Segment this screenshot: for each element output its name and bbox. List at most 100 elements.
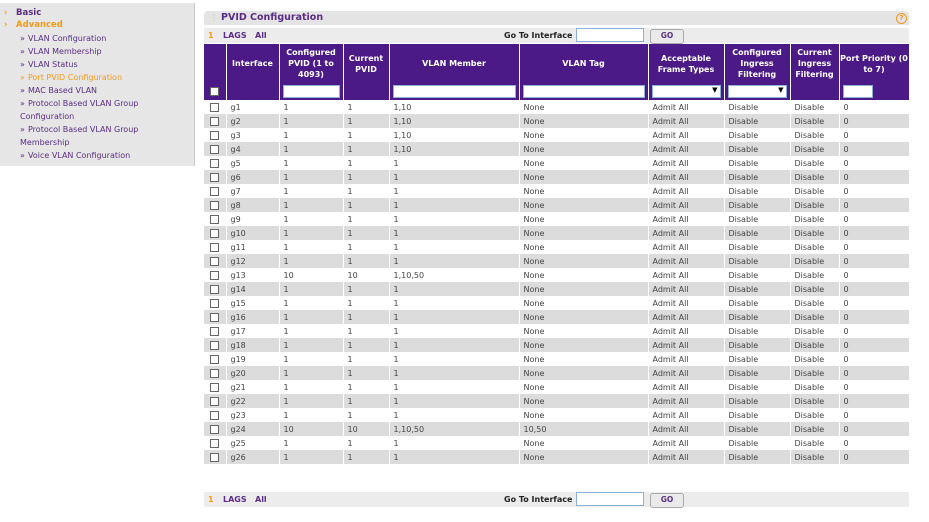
configured-pvid-input[interactable] <box>282 85 340 98</box>
row-checkbox[interactable] <box>210 228 220 238</box>
table-row[interactable]: g26 1 1 1 None Admit All Disable Disable 0 <box>204 450 910 464</box>
row-checkbox[interactable] <box>210 256 220 266</box>
table-row[interactable]: g25 1 1 1 None Admit All Disable Disable 0 <box>204 436 910 450</box>
row-checkbox[interactable] <box>210 158 220 168</box>
cell-port-priority: 0 <box>839 128 910 142</box>
vlan-member-input[interactable] <box>392 85 516 98</box>
sidebar-item-protocol-vlan-group-configuration[interactable]: » Protocol Based VLAN Group Configuration <box>20 97 190 123</box>
row-checkbox[interactable] <box>210 102 220 112</box>
row-checkbox[interactable] <box>210 298 220 308</box>
table-row[interactable]: g17 1 1 1 None Admit All Disable Disable 0 <box>204 324 910 338</box>
table-row[interactable]: g24 10 10 1,10,50 10,50 Admit All Disable Disab… <box>204 422 910 436</box>
row-checkbox[interactable] <box>210 340 220 350</box>
table-row[interactable]: g1 1 1 1,10 None Admit All Disable Disable 0 <box>204 100 910 114</box>
row-checkbox[interactable] <box>210 410 220 420</box>
table-row[interactable]: g11 1 1 1 None Admit All Disable Disable 0 <box>204 240 910 254</box>
cell-vlan-member: 1,10 <box>389 128 520 142</box>
row-checkbox[interactable] <box>210 144 220 154</box>
sidebar-item-mac-based-vlan[interactable]: » MAC Based VLAN <box>20 84 190 97</box>
table-row[interactable]: g5 1 1 1 None Admit All Disable Disable 0 <box>204 156 910 170</box>
row-checkbox[interactable] <box>210 242 220 252</box>
table-row[interactable]: g23 1 1 1 None Admit All Disable Disable 0 <box>204 408 910 422</box>
row-select-cell <box>204 184 227 198</box>
sidebar-item-protocol-vlan-group-membership[interactable]: » Protocol Based VLAN Group Membership <box>20 123 190 149</box>
ingress-filtering-select[interactable] <box>727 85 787 98</box>
all-link[interactable]: All <box>255 495 267 504</box>
table-row[interactable]: g2 1 1 1,10 None Admit All Disable Disable 0 <box>204 114 910 128</box>
cell-acceptable-frame-types: Admit All <box>648 450 725 464</box>
unit-link[interactable]: 1 <box>208 495 214 504</box>
row-checkbox[interactable] <box>210 452 220 462</box>
row-checkbox[interactable] <box>210 424 220 434</box>
filter-vlan-member-cell <box>389 83 520 100</box>
sidebar-category-advanced[interactable]: › Advanced <box>4 20 63 30</box>
table-row[interactable]: g19 1 1 1 None Admit All Disable Disable 0 <box>204 352 910 366</box>
row-checkbox[interactable] <box>210 396 220 406</box>
row-checkbox[interactable] <box>210 438 220 448</box>
go-to-interface-input[interactable] <box>576 28 644 42</box>
cell-acceptable-frame-types: Admit All <box>648 240 725 254</box>
cell-configured-ingress-filtering: Disable <box>724 422 791 436</box>
table-row[interactable]: g9 1 1 1 None Admit All Disable Disable 0 <box>204 212 910 226</box>
cell-current-ingress-filtering: Disable <box>790 366 840 380</box>
table-row[interactable]: g13 10 10 1,10,50 None Admit All Disable Disabl… <box>204 268 910 282</box>
table-row[interactable]: g10 1 1 1 None Admit All Disable Disable 0 <box>204 226 910 240</box>
sidebar-item-vlan-status[interactable]: » VLAN Status <box>20 58 190 71</box>
table-row[interactable]: g15 1 1 1 None Admit All Disable Disable 0 <box>204 296 910 310</box>
row-checkbox[interactable] <box>210 214 220 224</box>
sidebar-item-vlan-membership[interactable]: » VLAN Membership <box>20 45 190 58</box>
cell-configured-pvid: 1 <box>279 282 344 296</box>
cell-acceptable-frame-types: Admit All <box>648 380 725 394</box>
table-row[interactable]: g4 1 1 1,10 None Admit All Disable Disable 0 <box>204 142 910 156</box>
table-row[interactable]: g8 1 1 1 None Admit All Disable Disable 0 <box>204 198 910 212</box>
row-checkbox[interactable] <box>210 326 220 336</box>
sidebar-item-port-pvid-configuration[interactable]: » Port PVID Configuration <box>20 71 190 84</box>
row-checkbox[interactable] <box>210 354 220 364</box>
table-row[interactable]: g16 1 1 1 None Admit All Disable Disable 0 <box>204 310 910 324</box>
table-row[interactable]: g20 1 1 1 None Admit All Disable Disable 0 <box>204 366 910 380</box>
table-row[interactable]: g3 1 1 1,10 None Admit All Disable Disable 0 <box>204 128 910 142</box>
lags-link[interactable]: LAGS <box>223 495 247 504</box>
cell-current-pvid: 1 <box>343 436 390 450</box>
select-all-checkbox[interactable] <box>210 87 220 96</box>
all-link[interactable]: All <box>255 31 267 40</box>
table-row[interactable]: g12 1 1 1 None Admit All Disable Disable 0 <box>204 254 910 268</box>
table-row[interactable]: g14 1 1 1 None Admit All Disable Disable 0 <box>204 282 910 296</box>
row-checkbox[interactable] <box>210 368 220 378</box>
table-row[interactable]: g6 1 1 1 None Admit All Disable Disable 0 <box>204 170 910 184</box>
cell-configured-ingress-filtering: Disable <box>724 184 791 198</box>
row-checkbox[interactable] <box>210 382 220 392</box>
sidebar-category-basic[interactable]: › Basic <box>4 8 41 18</box>
bullet-icon: » <box>20 125 25 134</box>
sidebar-item-label: Protocol Based VLAN Group Membership <box>20 125 139 147</box>
cell-vlan-tag: None <box>519 436 649 450</box>
go-button[interactable]: GO <box>650 493 684 508</box>
cell-configured-ingress-filtering: Disable <box>724 408 791 422</box>
acceptable-frame-types-select[interactable] <box>651 85 721 98</box>
table-row[interactable]: g18 1 1 1 None Admit All Disable Disable 0 <box>204 338 910 352</box>
cell-configured-ingress-filtering: Disable <box>724 128 791 142</box>
row-checkbox[interactable] <box>210 284 220 294</box>
row-checkbox[interactable] <box>210 130 220 140</box>
row-checkbox[interactable] <box>210 186 220 196</box>
table-row[interactable]: g22 1 1 1 None Admit All Disable Disable 0 <box>204 394 910 408</box>
lags-link[interactable]: LAGS <box>223 31 247 40</box>
port-priority-input[interactable] <box>842 85 873 98</box>
go-to-interface-input[interactable] <box>576 492 644 506</box>
row-checkbox[interactable] <box>210 270 220 280</box>
help-icon[interactable]: ? <box>896 13 907 24</box>
vlan-tag-input[interactable] <box>522 85 645 98</box>
sidebar-item-vlan-configuration[interactable]: » VLAN Configuration <box>20 32 190 45</box>
bullet-icon: » <box>20 34 25 43</box>
unit-link[interactable]: 1 <box>208 31 214 40</box>
go-button[interactable]: GO <box>650 29 684 44</box>
row-checkbox[interactable] <box>210 116 220 126</box>
row-checkbox[interactable] <box>210 200 220 210</box>
sidebar-item-voice-vlan-configuration[interactable]: » Voice VLAN Configuration <box>20 149 190 162</box>
row-select-cell <box>204 268 227 282</box>
cell-current-pvid: 1 <box>343 142 390 156</box>
row-checkbox[interactable] <box>210 172 220 182</box>
table-row[interactable]: g21 1 1 1 None Admit All Disable Disable 0 <box>204 380 910 394</box>
table-row[interactable]: g7 1 1 1 None Admit All Disable Disable 0 <box>204 184 910 198</box>
row-checkbox[interactable] <box>210 312 220 322</box>
